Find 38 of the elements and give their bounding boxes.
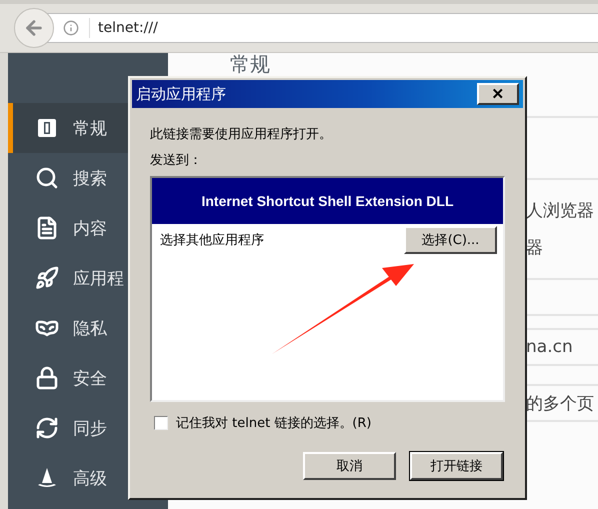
rocket-icon <box>35 266 59 290</box>
dialog-button[interactable]: 打开链接 <box>410 452 503 480</box>
choose-button[interactable]: 选择(C)... <box>404 226 497 254</box>
general-icon <box>35 116 59 140</box>
checkbox-label: 记住我对 telnet 链接的选择。(R) <box>176 415 372 432</box>
document-icon <box>35 216 59 240</box>
sidebar-label: 同步 <box>73 418 107 440</box>
sidebar-label: 常规 <box>73 118 107 140</box>
back-button[interactable] <box>14 8 54 48</box>
sidebar-label: 高级 <box>73 468 107 490</box>
dialog-button[interactable]: 取消 <box>303 452 396 480</box>
choose-other-label: 选择其他应用程序 <box>160 232 264 249</box>
sidebar-label: 安全 <box>73 368 107 390</box>
sidebar-label: 隐私 <box>73 318 107 340</box>
send-to-label: 发送到： <box>150 152 203 170</box>
sidebar-item[interactable]: 隐私 <box>8 303 168 353</box>
sidebar-label: 应用程 <box>73 268 124 290</box>
sidebar-label: 搜索 <box>73 168 107 190</box>
setting-text: 器 <box>526 237 544 259</box>
sidebar-item[interactable]: 应用程 <box>8 253 168 303</box>
checkbox[interactable] <box>154 416 168 430</box>
address-bar[interactable]: telnet:/// <box>46 13 598 43</box>
info-icon <box>63 20 79 36</box>
setting-text: na.cn <box>526 337 574 357</box>
setting-text: 人浏览器 <box>526 200 595 222</box>
sidebar-item[interactable]: 同步 <box>8 403 168 453</box>
lock-icon <box>35 366 59 390</box>
dialog-title: 启动应用程序 <box>136 84 226 104</box>
sync-icon <box>35 416 59 440</box>
sidebar-item[interactable]: 高级 <box>8 453 168 503</box>
sidebar-item[interactable]: 安全 <box>8 353 168 403</box>
page-heading: 常规 <box>230 52 270 76</box>
setting-text: 的多个页 <box>526 392 595 414</box>
url-text: telnet:/// <box>89 18 158 38</box>
application-item[interactable]: Internet Shortcut Shell Extension DLL <box>152 178 503 224</box>
sidebar-label: 内容 <box>73 218 107 240</box>
search-icon <box>35 166 59 190</box>
close-button[interactable]: ✕ <box>477 83 519 105</box>
